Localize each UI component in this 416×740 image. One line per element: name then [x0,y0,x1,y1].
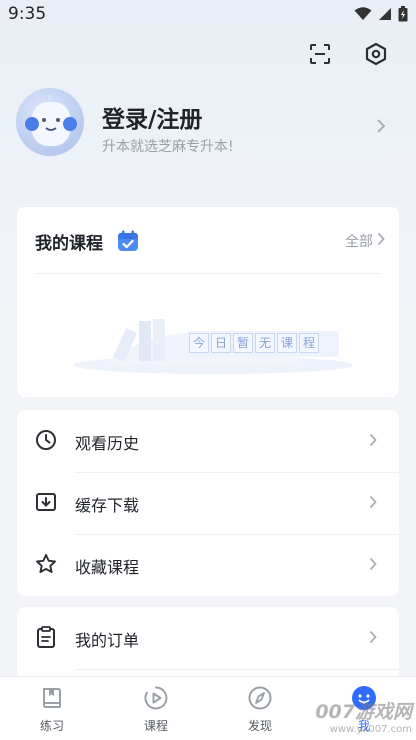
smiley-icon [352,686,376,710]
empty-char: 无 [255,333,275,353]
book-icon [43,688,61,708]
settings-button[interactable] [362,40,390,68]
scan-button[interactable] [306,40,334,68]
card-divider [35,273,381,274]
tab-label: 我 [357,719,370,733]
all-courses-link[interactable]: 全部 [345,231,373,251]
empty-char: 暂 [233,333,253,353]
signal-icon [379,8,391,20]
my-courses-card: 我的课程 全部 今 日 暂 无 课 程 [17,207,399,397]
tab-courses[interactable]: 课程 [104,677,208,740]
menu-item-cache-download[interactable]: 缓存下载 [17,472,399,534]
gear-icon [365,42,387,66]
chevron-right-icon [369,433,377,447]
avatar[interactable] [16,88,84,156]
chevron-right-icon [369,557,377,571]
status-bar: 9:35 [0,0,416,30]
scan-icon [310,44,330,64]
profile-login-row[interactable]: 登录/注册 升本就选芝麻专升本! [16,88,400,168]
chevron-right-icon[interactable] [377,232,385,246]
play-icon [144,686,168,710]
calendar-check-icon [118,230,138,251]
mascot-avatar-icon [25,94,77,146]
empty-char: 课 [277,333,297,353]
menu-card: 观看历史 缓存下载 收藏课程 [17,410,399,596]
clipboard-icon [37,626,55,648]
menu-item-my-orders[interactable]: 我的订单 [17,607,399,669]
menu-item-label: 缓存下载 [75,496,140,515]
my-courses-title: 我的课程 [35,234,103,254]
battery-icon [398,6,408,22]
tab-practice[interactable]: 练习 [0,677,104,740]
empty-char: 今 [189,333,209,353]
tab-me[interactable]: 我 [312,677,416,740]
menu-item-label: 收藏课程 [75,558,140,577]
bottom-tab-bar: 练习 课程 发现 我 [0,676,416,740]
download-icon [36,493,56,511]
star-icon [36,554,56,573]
chevron-right-icon [377,119,386,133]
menu-divider [75,669,399,670]
compass-icon [248,686,272,710]
tab-label: 课程 [143,719,168,733]
wifi-icon [354,7,372,20]
clock-icon [36,430,56,450]
menu-item-label: 我的订单 [75,631,140,650]
login-slogan: 升本就选芝麻专升本! [102,139,234,155]
status-icons [354,6,408,22]
empty-char: 日 [211,333,231,353]
status-time: 9:35 [8,4,47,24]
tab-label: 练习 [39,719,64,733]
empty-char: 程 [299,333,319,353]
chevron-right-icon [369,630,377,644]
menu-item-watch-history[interactable]: 观看历史 [17,410,399,472]
tab-discover[interactable]: 发现 [208,677,312,740]
orders-card: 我的订单 [17,607,399,687]
empty-courses-text: 今 日 暂 无 课 程 [189,333,319,353]
menu-item-favorite-courses[interactable]: 收藏课程 [17,534,399,596]
chevron-right-icon [369,495,377,509]
tab-label: 发现 [247,719,272,733]
menu-item-label: 观看历史 [75,434,140,453]
login-register-title[interactable]: 登录/注册 [102,100,202,134]
